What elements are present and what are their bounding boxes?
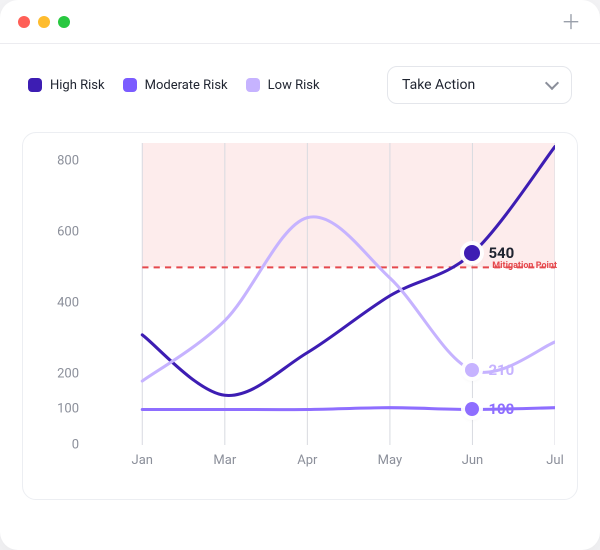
app-window: ＋ High Risk Moderate Risk Low Risk Take … (0, 0, 600, 550)
y-tick: 100 (57, 402, 79, 417)
add-button[interactable]: ＋ (560, 11, 582, 33)
y-tick: 600 (57, 224, 79, 239)
marker-label-low: 210 (488, 361, 514, 379)
controls-row: High Risk Moderate Risk Low Risk Take Ac… (0, 44, 600, 104)
traffic-lights (18, 16, 70, 28)
y-tick: 0 (72, 438, 79, 453)
plot-area: Mitigation Point 540 210 100 (101, 143, 555, 445)
marker-label-high: 540 (488, 244, 514, 262)
plus-icon: ＋ (561, 12, 581, 32)
swatch-icon (123, 78, 137, 92)
y-axis: 0100200400600800 (23, 143, 93, 445)
marker-low (465, 363, 479, 377)
legend-label: High Risk (50, 78, 105, 93)
x-tick: May (378, 453, 402, 468)
legend-item-high: High Risk (28, 78, 105, 93)
swatch-icon (28, 78, 42, 92)
x-tick: Jul (546, 453, 564, 468)
dropdown-selected: Take Action (402, 77, 475, 93)
marker-high (464, 245, 480, 261)
mitigation-label: Mitigation Point (492, 262, 557, 272)
minimize-icon[interactable] (38, 16, 50, 28)
legend-item-moderate: Moderate Risk (123, 78, 228, 93)
chart-svg (101, 143, 555, 445)
x-tick: Apr (297, 453, 317, 468)
y-tick: 200 (57, 366, 79, 381)
x-tick: Mar (213, 453, 236, 468)
close-icon[interactable] (18, 16, 30, 28)
x-tick: Jan (132, 453, 153, 468)
chart-card: 0 100 200 400 600 800 Mitigation Point 540 21… (22, 132, 578, 500)
legend-label: Low Risk (268, 78, 320, 93)
x-tick: Jun (462, 453, 484, 468)
legend-item-low: Low Risk (246, 78, 320, 93)
legend-label: Moderate Risk (145, 78, 228, 93)
y-tick: 800 (57, 153, 79, 168)
marker-moderate (465, 402, 479, 416)
x-axis: JanMarAprMayJunJul (101, 453, 555, 477)
chevron-down-icon (545, 76, 559, 90)
swatch-icon (246, 78, 260, 92)
titlebar: ＋ (0, 0, 600, 44)
legend: High Risk Moderate Risk Low Risk (28, 78, 320, 93)
y-tick: 400 (57, 295, 79, 310)
take-action-dropdown[interactable]: Take Action (387, 66, 572, 104)
zoom-icon[interactable] (58, 16, 70, 28)
marker-label-moderate: 100 (488, 400, 514, 418)
